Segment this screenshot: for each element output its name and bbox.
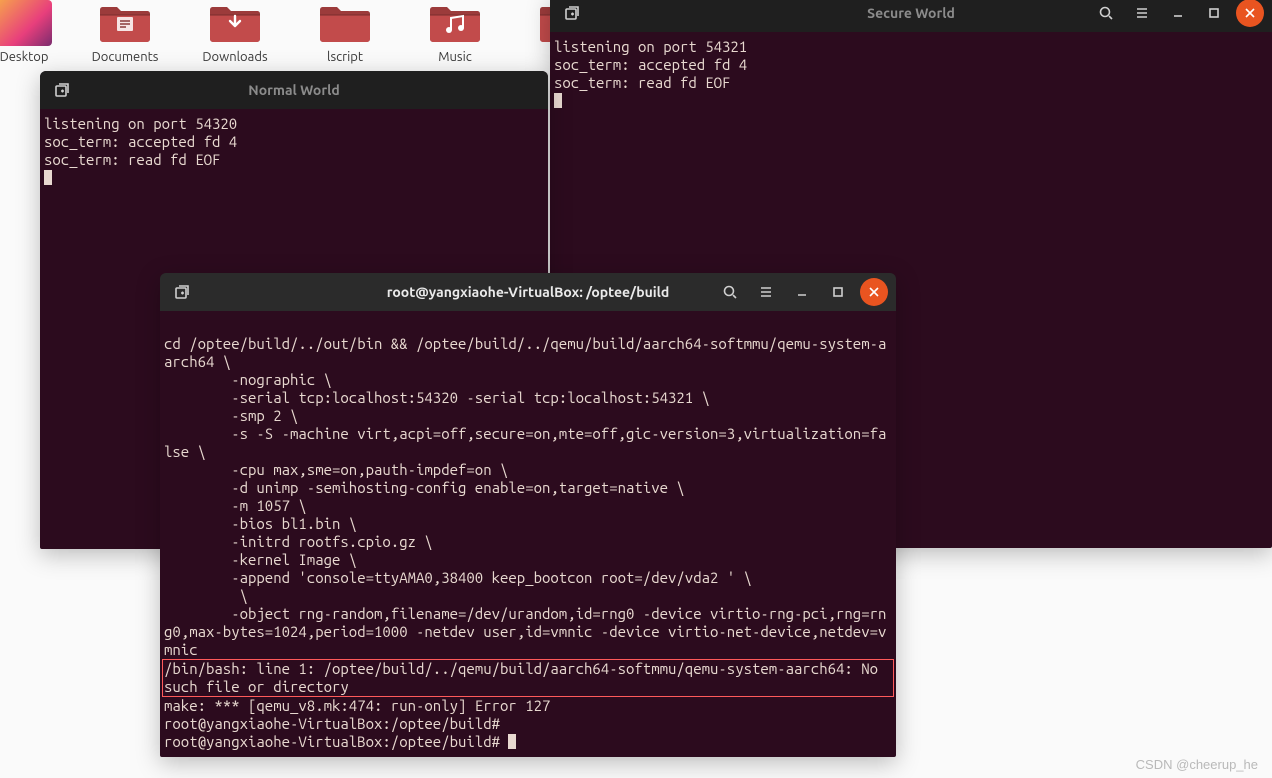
icon-label: Music xyxy=(415,50,495,64)
titlebar[interactable]: root@yangxiaohe-VirtualBox: /optee/build xyxy=(160,273,896,311)
desktop-icon-documents[interactable]: Documents xyxy=(85,0,165,64)
gradient-thumbnail-icon xyxy=(0,0,52,46)
search-button[interactable] xyxy=(716,278,744,306)
maximize-icon xyxy=(830,284,846,300)
titlebar[interactable]: Secure World xyxy=(550,0,1272,32)
shell-prompt: root@yangxiaohe-VirtualBox:/optee/build# xyxy=(164,733,500,750)
terminal-output[interactable]: listening on port 54320 soc_term: accept… xyxy=(40,109,548,191)
minimize-button[interactable] xyxy=(788,278,816,306)
titlebar[interactable]: Normal World xyxy=(40,71,548,109)
new-tab-icon xyxy=(174,284,190,300)
window-title: Normal World xyxy=(40,82,548,98)
terminal-output[interactable]: listening on port 54321 soc_term: accept… xyxy=(550,32,1272,114)
close-icon xyxy=(1242,5,1258,21)
text-cursor xyxy=(508,734,516,749)
text-cursor xyxy=(44,170,52,185)
icon-label: Downloads xyxy=(195,50,275,64)
maximize-button[interactable] xyxy=(1200,0,1228,27)
text-cursor xyxy=(554,93,562,108)
menu-button[interactable] xyxy=(1128,0,1156,27)
desktop-icon-lscript[interactable]: lscript xyxy=(305,0,385,64)
new-tab-icon xyxy=(564,5,580,21)
maximize-button[interactable] xyxy=(824,278,852,306)
new-tab-icon xyxy=(54,82,70,98)
desktop-icon-downloads[interactable]: Downloads xyxy=(195,0,275,64)
minimize-icon xyxy=(794,284,810,300)
search-button[interactable] xyxy=(1092,0,1120,27)
folder-icon xyxy=(97,0,153,46)
cmd-output: cd /optee/build/../out/bin && /optee/bui… xyxy=(164,335,886,658)
icon-label: Desktop xyxy=(0,50,64,64)
maximize-icon xyxy=(1206,5,1222,21)
folder-icon xyxy=(207,0,263,46)
terminal-output[interactable]: cd /optee/build/../out/bin && /optee/bui… xyxy=(160,311,896,755)
make-error: make: *** [qemu_v8.mk:474: run-only] Err… xyxy=(164,697,550,714)
close-button[interactable] xyxy=(1236,0,1264,27)
hamburger-icon xyxy=(1134,5,1150,21)
icon-label: Documents xyxy=(85,50,165,64)
search-icon xyxy=(1098,5,1114,21)
desktop-icon-music[interactable]: Music xyxy=(415,0,495,64)
minimize-button[interactable] xyxy=(1164,0,1192,27)
close-button[interactable] xyxy=(860,278,888,306)
new-tab-button[interactable] xyxy=(558,0,586,27)
close-icon xyxy=(866,284,882,300)
desktop-icon-desktop[interactable]: Desktop xyxy=(0,0,64,64)
shell-prompt: root@yangxiaohe-VirtualBox:/optee/build# xyxy=(164,715,500,732)
new-tab-button[interactable] xyxy=(48,76,76,104)
error-line-highlight: /bin/bash: line 1: /optee/build/../qemu/… xyxy=(162,659,894,697)
terminal-build[interactable]: root@yangxiaohe-VirtualBox: /optee/build… xyxy=(160,273,896,757)
search-icon xyxy=(722,284,738,300)
hamburger-icon xyxy=(758,284,774,300)
icon-label: lscript xyxy=(305,50,385,64)
watermark: CSDN @cheerup_he xyxy=(1136,757,1258,772)
new-tab-button[interactable] xyxy=(168,278,196,306)
folder-icon xyxy=(317,0,373,46)
folder-icon xyxy=(427,0,483,46)
minimize-icon xyxy=(1170,5,1186,21)
menu-button[interactable] xyxy=(752,278,780,306)
